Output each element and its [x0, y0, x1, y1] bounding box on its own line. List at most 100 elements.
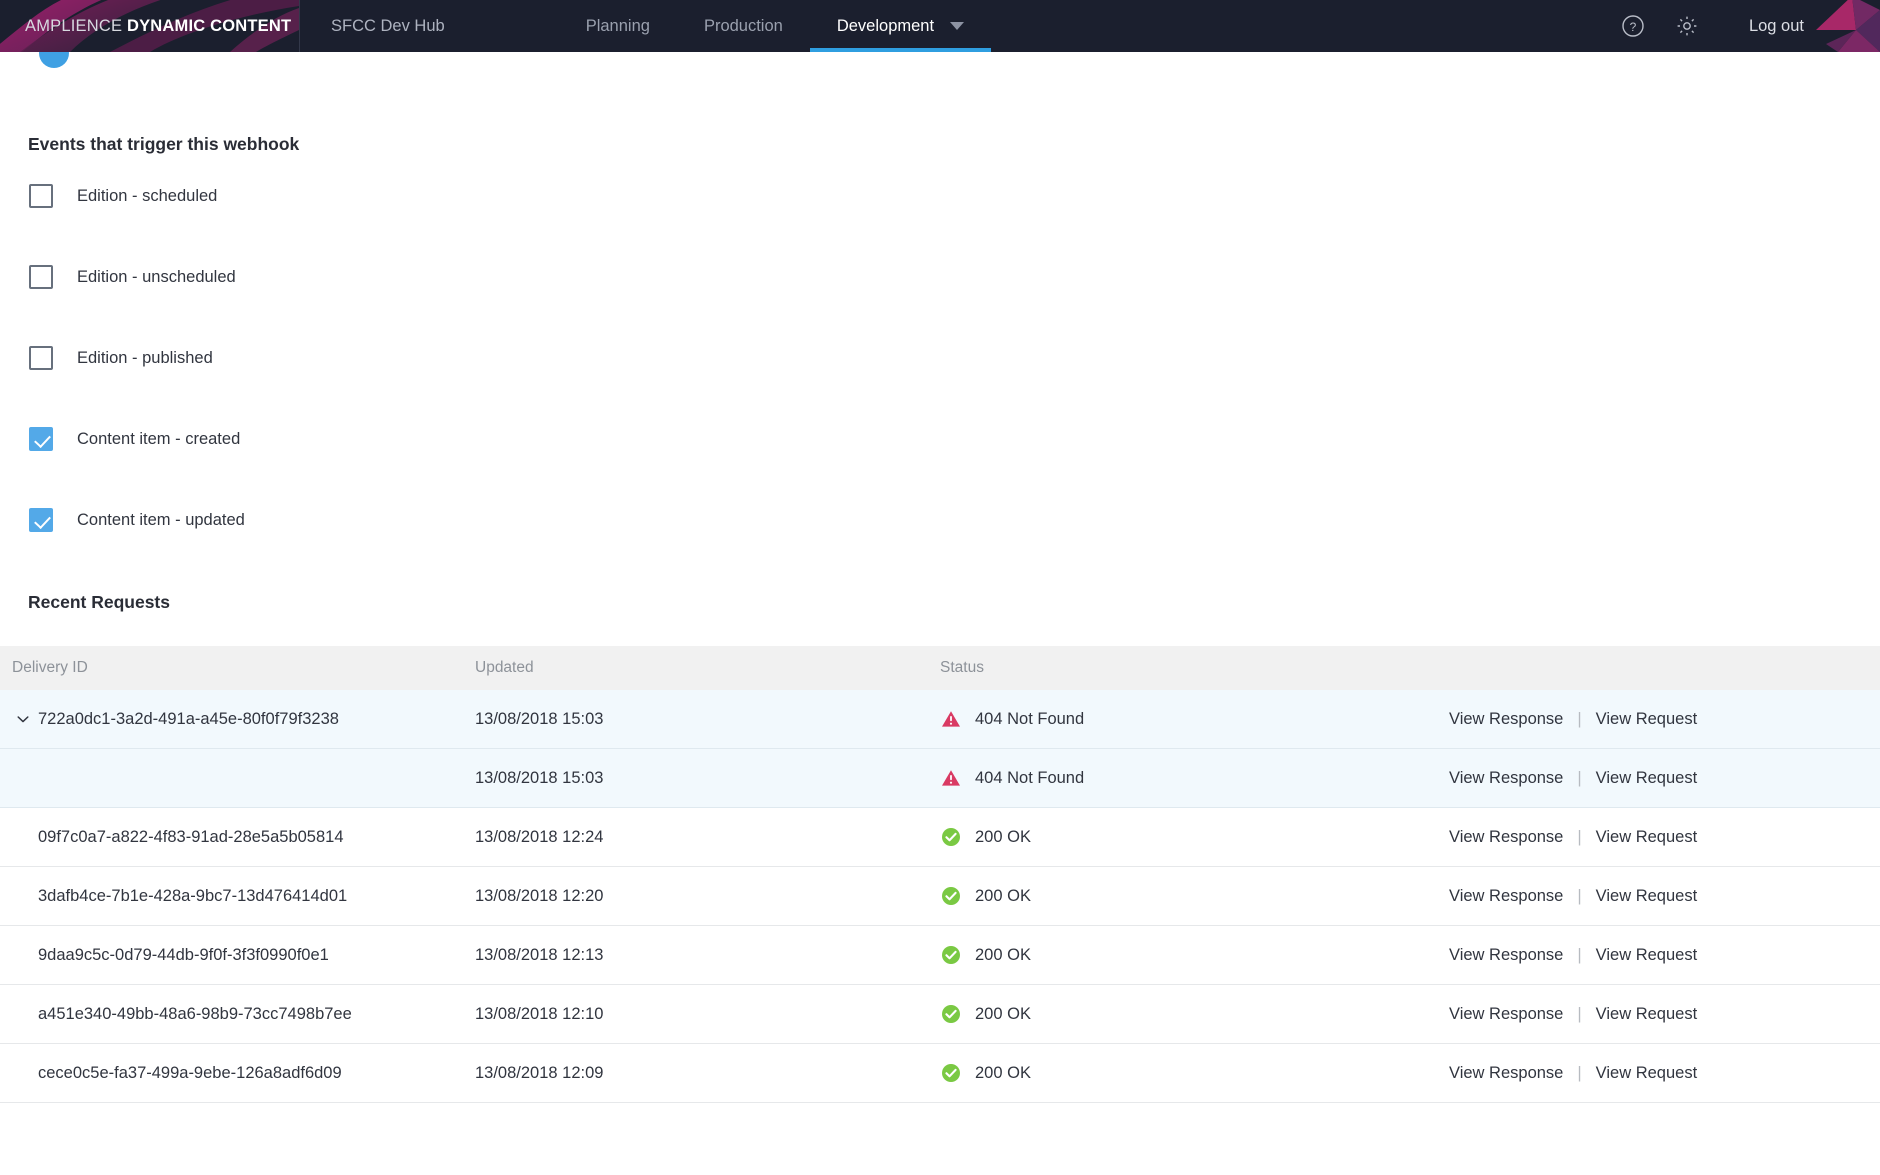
recent-requests-table: Delivery ID Updated Status 722a0dc1-3a2d… — [0, 646, 1880, 1103]
action-separator: | — [1577, 886, 1582, 905]
cell-status: 200 OK — [940, 1003, 1425, 1025]
status-label: 200 OK — [975, 1063, 1031, 1082]
cell-actions: View Response | View Request — [1425, 769, 1880, 788]
logout-button[interactable]: Log out — [1749, 17, 1804, 36]
cell-actions: View Response | View Request — [1425, 887, 1880, 906]
view-request-link[interactable]: View Request — [1596, 887, 1698, 906]
view-response-link[interactable]: View Response — [1449, 769, 1563, 788]
table-row[interactable]: a451e340-49bb-48a6-98b9-73cc7498b7ee 13/0… — [0, 985, 1880, 1044]
warning-triangle-icon — [940, 708, 962, 730]
column-header-delivery-id: Delivery ID — [12, 659, 88, 676]
table-row[interactable]: 722a0dc1-3a2d-491a-a45e-80f0f79f3238 13/0… — [0, 690, 1880, 749]
view-response-link[interactable]: View Response — [1449, 1064, 1563, 1083]
brand-bold: DYNAMIC CONTENT — [126, 16, 292, 35]
checkbox-label-edition-published: Edition - published — [77, 348, 213, 367]
nav-right-controls: ? Log out — [1616, 0, 1880, 52]
brand-logo[interactable]: AMPLIENCE DYNAMIC CONTENT — [0, 0, 299, 52]
checkbox-label-content-item-updated: Content item - updated — [77, 510, 245, 529]
column-header-updated: Updated — [475, 659, 534, 676]
tab-development[interactable]: Development — [809, 0, 992, 52]
cell-updated: 13/08/2018 15:03 — [475, 768, 604, 787]
action-separator: | — [1577, 1063, 1582, 1082]
table-body: 722a0dc1-3a2d-491a-a45e-80f0f79f3238 13/0… — [0, 690, 1880, 1103]
table-row[interactable]: 9daa9c5c-0d79-44db-9f0f-3f3f0990f0e1 13/0… — [0, 926, 1880, 985]
check-circle-icon — [940, 826, 962, 848]
status-label: 200 OK — [975, 1004, 1031, 1023]
checkbox-row-edition-published[interactable]: Edition - published — [0, 340, 1880, 376]
checkbox-row-edition-scheduled[interactable]: Edition - scheduled — [0, 178, 1880, 214]
view-response-link[interactable]: View Response — [1449, 828, 1563, 847]
checkbox-row-edition-unscheduled[interactable]: Edition - unscheduled — [0, 259, 1880, 295]
check-circle-icon — [940, 944, 962, 966]
view-request-link[interactable]: View Request — [1596, 828, 1698, 847]
view-request-link[interactable]: View Request — [1596, 710, 1698, 729]
table-row[interactable]: cece0c5e-fa37-499a-9ebe-126a8adf6d09 13/0… — [0, 1044, 1880, 1103]
cell-status: 404 Not Found — [940, 767, 1425, 789]
main-content: Events that trigger this webhook Edition… — [0, 134, 1880, 1103]
view-response-link[interactable]: View Response — [1449, 710, 1563, 729]
delivery-id-value: 3dafb4ce-7b1e-428a-9bc7-13d476414d01 — [38, 886, 348, 905]
tab-production[interactable]: Production — [677, 0, 810, 52]
view-response-link[interactable]: View Response — [1449, 946, 1563, 965]
status-label: 200 OK — [975, 886, 1031, 905]
delivery-id-value: 09f7c0a7-a822-4f83-91ad-28e5a5b05814 — [38, 827, 344, 846]
brand-title: AMPLIENCE DYNAMIC CONTENT — [0, 17, 291, 36]
cell-updated: 13/08/2018 12:10 — [475, 1004, 604, 1023]
help-circle-icon[interactable]: ? — [1616, 9, 1650, 43]
tab-production-label: Production — [703, 16, 783, 35]
chevron-down-icon — [950, 22, 965, 30]
cell-delivery-id: 722a0dc1-3a2d-491a-a45e-80f0f79f3238 — [0, 710, 475, 729]
checkbox-content-item-created[interactable] — [29, 427, 53, 451]
column-header-status: Status — [940, 659, 984, 676]
action-separator: | — [1577, 945, 1582, 964]
view-request-link[interactable]: View Request — [1596, 1064, 1698, 1083]
tab-planning[interactable]: Planning — [559, 0, 677, 52]
view-request-link[interactable]: View Request — [1596, 1005, 1698, 1024]
checkbox-row-content-item-updated[interactable]: Content item - updated — [0, 502, 1880, 538]
cell-actions: View Response | View Request — [1425, 1064, 1880, 1083]
checkbox-content-item-updated[interactable] — [29, 508, 53, 532]
cell-updated: 13/08/2018 12:09 — [475, 1063, 604, 1082]
checkbox-row-content-item-created[interactable]: Content item - created — [0, 421, 1880, 457]
checkbox-label-edition-unscheduled: Edition - unscheduled — [77, 267, 236, 286]
cell-actions: View Response | View Request — [1425, 828, 1880, 847]
status-label: 404 Not Found — [975, 768, 1085, 787]
hub-name[interactable]: SFCC Dev Hub — [300, 0, 473, 52]
table-header-row: Delivery ID Updated Status — [0, 646, 1880, 690]
cell-actions: View Response | View Request — [1425, 1005, 1880, 1024]
view-response-link[interactable]: View Response — [1449, 1005, 1563, 1024]
view-request-link[interactable]: View Request — [1596, 769, 1698, 788]
action-separator: | — [1577, 827, 1582, 846]
chevron-down-icon[interactable] — [12, 712, 34, 726]
table-row[interactable]: 13/08/2018 15:03 404 Not Found View Respon… — [0, 749, 1880, 808]
cell-status: 404 Not Found — [940, 708, 1425, 730]
events-section-title: Events that trigger this webhook — [28, 134, 300, 154]
nav-tabs: Planning Production Development — [559, 0, 992, 52]
check-circle-icon — [940, 1003, 962, 1025]
delivery-id-value: a451e340-49bb-48a6-98b9-73cc7498b7ee — [38, 1004, 352, 1023]
view-request-link[interactable]: View Request — [1596, 946, 1698, 965]
cell-status: 200 OK — [940, 826, 1425, 848]
cell-delivery-id: 9daa9c5c-0d79-44db-9f0f-3f3f0990f0e1 — [0, 946, 475, 965]
table-row[interactable]: 3dafb4ce-7b1e-428a-9bc7-13d476414d01 13/0… — [0, 867, 1880, 926]
gear-icon[interactable] — [1670, 9, 1704, 43]
warning-triangle-icon — [940, 767, 962, 789]
action-separator: | — [1577, 768, 1582, 787]
cell-actions: View Response | View Request — [1425, 946, 1880, 965]
cell-status: 200 OK — [940, 944, 1425, 966]
delivery-id-value: cece0c5e-fa37-499a-9ebe-126a8adf6d09 — [38, 1063, 342, 1082]
cell-updated: 13/08/2018 12:24 — [475, 827, 604, 846]
checkbox-label-edition-scheduled: Edition - scheduled — [77, 186, 218, 205]
checkbox-edition-unscheduled[interactable] — [29, 265, 53, 289]
view-response-link[interactable]: View Response — [1449, 887, 1563, 906]
tab-planning-label: Planning — [585, 16, 650, 35]
svg-text:?: ? — [1630, 20, 1637, 34]
check-circle-icon — [940, 1062, 962, 1084]
cell-updated: 13/08/2018 12:20 — [475, 886, 604, 905]
checkbox-edition-published[interactable] — [29, 346, 53, 370]
table-row[interactable]: 09f7c0a7-a822-4f83-91ad-28e5a5b05814 13/0… — [0, 808, 1880, 867]
cell-actions: View Response | View Request — [1425, 710, 1880, 729]
checkbox-edition-scheduled[interactable] — [29, 184, 53, 208]
cell-delivery-id: a451e340-49bb-48a6-98b9-73cc7498b7ee — [0, 1005, 475, 1024]
top-navigation-bar: AMPLIENCE DYNAMIC CONTENT SFCC Dev Hub P… — [0, 0, 1880, 52]
